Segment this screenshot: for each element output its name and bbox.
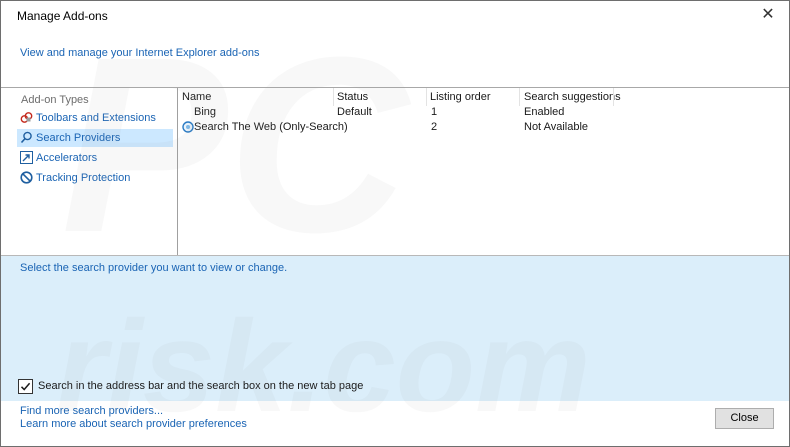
manage-addons-window: Manage Add-ons ✕ View and manage your In… <box>0 0 790 447</box>
accelerator-icon <box>20 151 33 164</box>
column-divider <box>333 88 334 106</box>
provider-search-suggestions: Not Available <box>524 121 589 133</box>
provider-search-suggestions: Enabled <box>524 106 565 118</box>
column-divider <box>426 88 427 106</box>
address-bar-search-checkbox[interactable] <box>18 379 33 394</box>
search-icon <box>20 131 32 144</box>
addon-types-sidebar: Add-on Types Toolbars and Extensions Sea… <box>13 88 178 255</box>
column-header-listing-order[interactable]: Listing order <box>430 88 491 106</box>
window-title: Manage Add-ons <box>17 9 108 23</box>
table-row[interactable]: Bing Default 1 Enabled <box>179 105 777 120</box>
window-close-icon[interactable]: ✕ <box>757 5 779 25</box>
provider-name: Bing <box>194 106 217 118</box>
table-row[interactable]: Search The Web (Only-Search) 2 Not Avail… <box>179 120 777 135</box>
sidebar-item-tracking-protection[interactable]: Tracking Protection <box>17 169 173 187</box>
details-hint: Select the search provider you want to v… <box>20 262 288 274</box>
search-providers-list: Name Status Listing order Search suggest… <box>179 88 777 255</box>
checkbox-label: Search in the address bar and the search… <box>38 380 364 392</box>
sidebar-item-label: Search Providers <box>36 132 121 144</box>
sidebar-item-label: Tracking Protection <box>36 172 131 184</box>
learn-more-link[interactable]: Learn more about search provider prefere… <box>20 418 247 430</box>
column-divider <box>613 88 614 106</box>
tracking-protection-icon <box>20 171 33 184</box>
find-more-providers-link[interactable]: Find more search providers... <box>20 405 163 417</box>
sidebar-item-accelerators[interactable]: Accelerators <box>17 149 173 167</box>
sidebar-item-label: Accelerators <box>36 152 98 164</box>
toolbar-extensions-icon <box>20 112 33 123</box>
checkmark-icon <box>20 382 31 391</box>
sidebar-heading: Add-on Types <box>21 94 89 106</box>
sidebar-item-search-providers[interactable]: Search Providers <box>17 129 173 147</box>
close-button[interactable]: Close <box>715 408 774 429</box>
sidebar-item-toolbars-extensions[interactable]: Toolbars and Extensions <box>17 109 173 127</box>
sidebar-item-label: Toolbars and Extensions <box>36 112 156 124</box>
details-pane: Select the search provider you want to v… <box>1 256 789 401</box>
column-divider <box>519 88 520 106</box>
provider-icon <box>182 121 194 133</box>
column-header-status[interactable]: Status <box>337 88 368 106</box>
provider-name: Search The Web (Only-Search) <box>194 121 348 133</box>
subtitle-link[interactable]: View and manage your Internet Explorer a… <box>20 47 260 59</box>
provider-status: Default <box>337 106 372 118</box>
column-header-name[interactable]: Name <box>182 88 211 106</box>
title-bar: Manage Add-ons ✕ <box>1 1 789 29</box>
provider-listing-order: 1 <box>431 106 438 118</box>
column-header-search-suggestions[interactable]: Search suggestions <box>524 88 621 106</box>
footer: Find more search providers... Learn more… <box>1 401 789 446</box>
provider-listing-order: 2 <box>431 121 438 133</box>
